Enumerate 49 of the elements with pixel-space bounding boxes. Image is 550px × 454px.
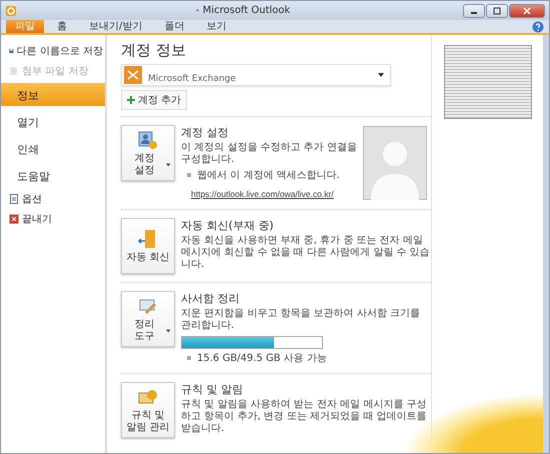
sidebar-tab[interactable]: 정보 — [1, 83, 105, 106]
caret-icon — [378, 73, 384, 77]
maximize-button[interactable] — [486, 4, 508, 18]
section-title: 자동 회신(부재 중) — [181, 218, 275, 233]
section-description: 규칙 및 알림을 사용하여 받는 전자 메일 메시지를 구성하고 항목이 추가, 변경 또는 제거되었을 때 업데이트를 받습니다. — [181, 399, 428, 435]
section-title: 계정 설정 — [181, 125, 230, 140]
exchange-icon — [124, 66, 142, 84]
sidebar-tab[interactable]: 도움말 — [1, 164, 105, 187]
dropdown-arrow-icon — [166, 328, 171, 332]
dropdown-arrow-icon — [166, 162, 171, 166]
plus-icon — [127, 96, 135, 104]
window-title: - Microsoft Outlook — [194, 5, 292, 16]
close-button[interactable] — [509, 4, 545, 18]
sidebar-command[interactable]: 옵션 — [1, 189, 105, 209]
sidebar-tab[interactable]: 열기 — [1, 110, 105, 133]
bullet-icon — [187, 356, 191, 360]
section-button[interactable]: 정리 도구 — [121, 291, 175, 347]
section-button[interactable]: 자동 회신 — [121, 218, 175, 274]
bullet-text: 웹에서 이 계정에 액세스합니다. — [197, 169, 340, 182]
section-description: 이 계정의 설정을 수정하고 추가 연결을 구성합니다. — [181, 142, 357, 166]
bullet-text: 15.6 GB/49.5 GB 사용 가능 — [197, 352, 327, 365]
web-access-link[interactable]: https://outlook.live.com/owa/live.co.kr/ — [191, 188, 334, 200]
ribbon-tab[interactable]: 보내기/받기 — [80, 20, 152, 33]
section-title: 사서함 정리 — [181, 291, 240, 306]
page-title: 계정 정보 — [121, 41, 187, 60]
minimize-button[interactable] — [463, 4, 485, 18]
section-description: 지운 편지함을 비우고 항목을 보관하여 사서함 크기를 관리합니다. — [181, 308, 422, 332]
exit-icon — [9, 214, 19, 224]
close-icon — [522, 6, 532, 14]
sidebar-command[interactable]: 끝내기 — [1, 209, 105, 229]
sidebar-tab[interactable]: 인쇄 — [1, 137, 105, 160]
help-icon[interactable] — [532, 20, 544, 32]
section-button[interactable]: 계정 설정 — [121, 125, 175, 181]
door-arrow-icon — [138, 228, 158, 248]
maximize-icon — [492, 6, 502, 14]
ribbon-tab[interactable]: 홈 — [48, 20, 76, 33]
add-account-button[interactable]: 계정 추가 — [121, 90, 188, 110]
outlook-logo-icon — [5, 4, 17, 16]
ribbon-tab[interactable]: 폴더 — [155, 20, 194, 33]
save-as-icon — [9, 46, 14, 56]
sidebar-command[interactable]: 다른 이름으로 저장 — [1, 41, 105, 61]
section-title: 규칙 및 알림 — [181, 382, 244, 397]
ribbon-tab[interactable]: 보기 — [197, 20, 236, 33]
account-settings-icon — [138, 130, 158, 150]
document-icon — [9, 194, 19, 204]
section-description: 자동 회신을 사용하면 부재 중, 휴가 중 또는 전자 메일 메시지에 회신할 수 없을 때 다른 사람에게 알릴 수 있습니다. — [181, 235, 431, 271]
account-dropdown[interactable]: Microsoft Exchange — [121, 64, 391, 86]
section-button[interactable]: 규칙 및 알림 관리 — [121, 382, 175, 438]
bullet-icon — [187, 173, 191, 177]
